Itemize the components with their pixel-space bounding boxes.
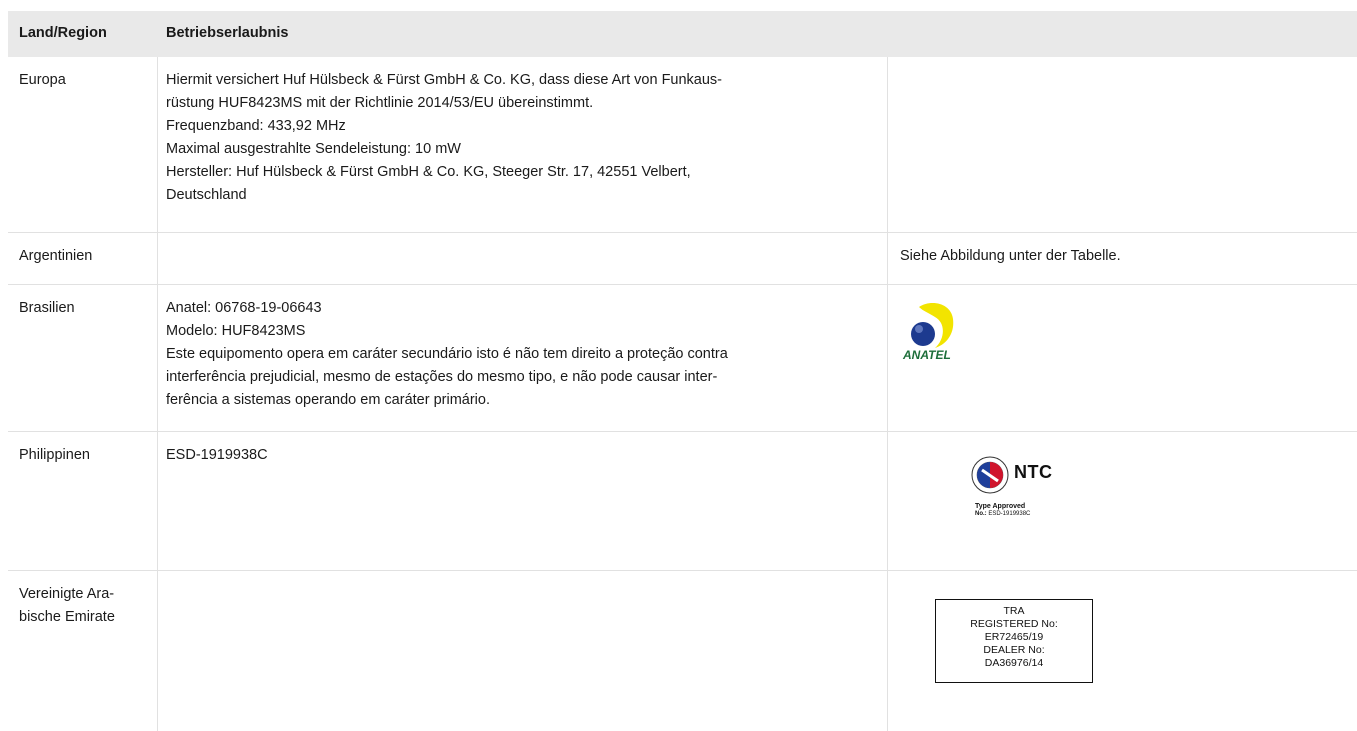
approval-text: ESD-1919938C xyxy=(166,444,866,467)
column-divider xyxy=(887,285,888,431)
approval-text: Hiermit versichert Huf Hülsbeck & Fürst … xyxy=(166,69,866,207)
column-divider xyxy=(157,285,158,431)
text-line: ferência a sistemas operando em caráter … xyxy=(166,392,490,408)
table-row-vae: Vereinigte Ara- bische Emirate TRA REGIS… xyxy=(8,571,1357,731)
anatel-logo: ANATEL xyxy=(902,303,954,362)
tra-line: DA36976/14 xyxy=(984,657,1044,669)
figure-reference-text: Siehe Abbildung unter der Tabelle. xyxy=(900,248,1121,264)
tra-line: TRA xyxy=(1003,605,1025,617)
tra-line: REGISTERED No: xyxy=(970,618,1058,630)
text-line: Este equipomento opera em caráter secund… xyxy=(166,346,728,362)
table-row-argentinien: Argentinien Siehe Abbildung unter der Ta… xyxy=(8,233,1357,285)
country-cell: Vereinigte Ara- bische Emirate xyxy=(19,583,149,629)
country-cell: Philippinen xyxy=(19,447,90,463)
country-cell: Europa xyxy=(19,72,66,88)
column-divider xyxy=(887,571,888,731)
column-divider xyxy=(887,432,888,570)
table-row-europa: Europa Hiermit versichert Huf Hülsbeck &… xyxy=(8,57,1357,233)
text-line: Hersteller: Huf Hülsbeck & Fürst GmbH & … xyxy=(166,164,691,180)
text-line: rüstung HUF8423MS mit der Richtlinie 201… xyxy=(166,95,594,111)
country-cell: Argentinien xyxy=(19,248,93,264)
text-line: Anatel: 06768-19-06643 xyxy=(166,300,322,316)
header-approval: Betriebserlaubnis xyxy=(166,25,289,41)
text-line: Maximal ausgestrahlte Sendeleistung: 10 … xyxy=(166,141,461,157)
tra-line: DEALER No: xyxy=(983,644,1045,656)
column-divider xyxy=(157,571,158,731)
column-divider xyxy=(157,57,158,232)
column-divider xyxy=(887,233,888,284)
header-country: Land/Region xyxy=(19,25,107,41)
tra-line: ER72465/19 xyxy=(984,631,1044,643)
text-line: Frequenzband: 433,92 MHz xyxy=(166,118,346,134)
text-line: Modelo: HUF8423MS xyxy=(166,323,306,339)
table-row-brasilien: Brasilien Anatel: 06768-19-06643 Modelo:… xyxy=(8,285,1357,432)
text-line: Hiermit versichert Huf Hülsbeck & Fürst … xyxy=(166,72,723,88)
ntc-number: No.: ESD-1919938C xyxy=(975,511,1031,517)
approval-table: Land/Region Betriebserlaubnis Europa Hie… xyxy=(8,11,1357,731)
tra-registration-label: TRA REGISTERED No: ER72465/19 DEALER No:… xyxy=(935,599,1093,683)
ntc-seal-icon xyxy=(971,456,1009,494)
table-row-philippinen: Philippinen ESD-1919938C NTC Type Approv… xyxy=(8,432,1357,571)
column-divider xyxy=(157,233,158,284)
ntc-type-approved-logo: NTC Type Approved No.: ESD-1919938C xyxy=(970,455,1120,517)
text-line: ESD-1919938C xyxy=(166,447,268,463)
country-line: Vereinigte Ara- xyxy=(19,586,115,602)
column-divider xyxy=(887,57,888,232)
ntc-wordmark: NTC xyxy=(1014,462,1053,482)
country-line: bische Emirate xyxy=(19,609,115,625)
text-line: interferência prejudicial, mesmo de esta… xyxy=(166,369,718,385)
svg-text:ANATEL: ANATEL xyxy=(902,348,951,362)
text-line: Deutschland xyxy=(166,187,247,203)
country-cell: Brasilien xyxy=(19,300,75,316)
column-divider xyxy=(157,432,158,570)
approval-text: Anatel: 06768-19-06643 Modelo: HUF8423MS… xyxy=(166,297,866,412)
table-header: Land/Region Betriebserlaubnis xyxy=(8,11,1357,57)
